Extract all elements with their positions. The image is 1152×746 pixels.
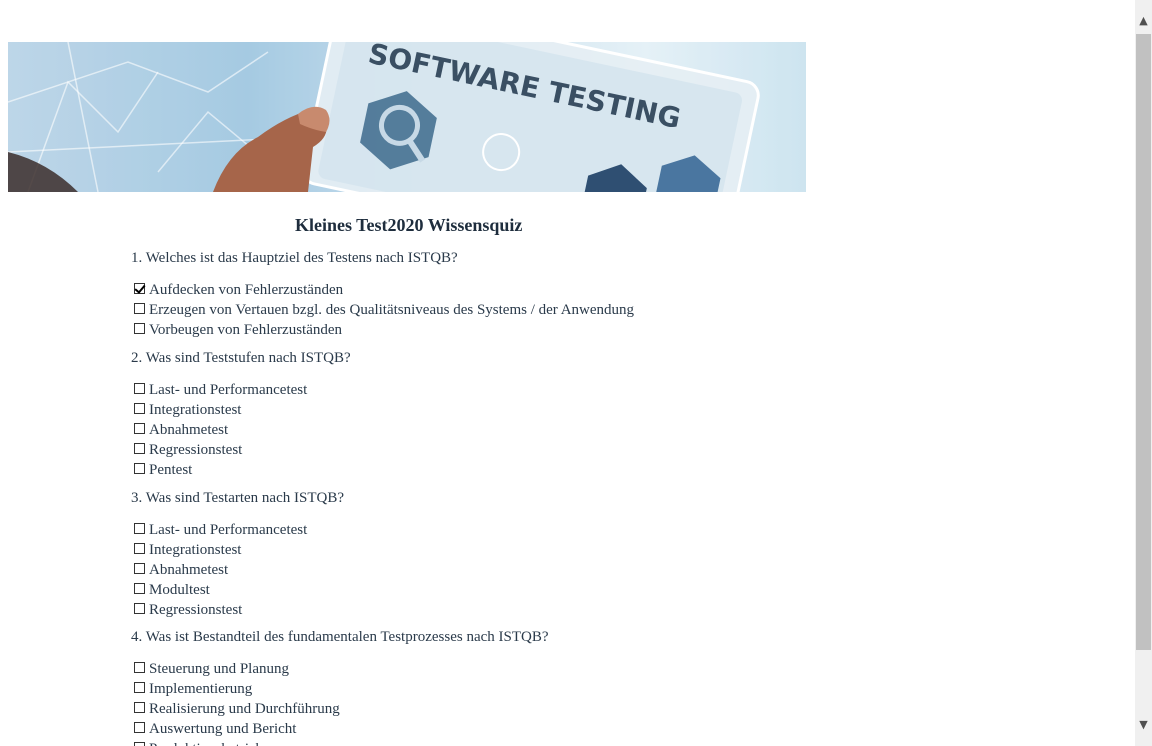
answer-label: Vorbeugen von Fehlerzuständen	[149, 321, 343, 338]
answer-label: Implementierung	[149, 680, 253, 697]
answer-option[interactable]: Produktionsbetrieb	[134, 740, 263, 746]
chevron-up-icon[interactable]: ▲	[1135, 12, 1152, 29]
answer-option[interactable]: Abnahmetest	[134, 561, 228, 579]
quiz-title: Kleines Test2020 Wissensquiz	[295, 215, 523, 235]
answer-checkbox[interactable]	[134, 602, 145, 614]
answer-label: Produktionsbetrieb	[149, 741, 263, 746]
answer-label: Last- und Performancetest	[149, 521, 308, 538]
answer-option[interactable]: Abnahmetest	[134, 421, 228, 439]
answer-label: Abnahmetest	[149, 561, 229, 578]
answer-label: Pentest	[149, 461, 193, 478]
answer-checkbox[interactable]	[134, 741, 145, 746]
answer-label: Aufdecken von Fehlerzuständen	[149, 281, 344, 298]
answer-checkbox[interactable]	[134, 402, 145, 414]
answer-checkbox[interactable]	[134, 661, 145, 673]
answer-option[interactable]: Integrationstest	[134, 401, 241, 419]
answer-checkbox[interactable]	[134, 681, 145, 693]
answer-option[interactable]: Implementierung	[134, 680, 252, 698]
answer-checkbox[interactable]	[134, 542, 145, 554]
answer-option[interactable]: Last- und Performancetest	[134, 381, 307, 399]
answer-option[interactable]: Realisierung und Durchführung	[134, 700, 340, 718]
answer-option[interactable]: Modultest	[134, 581, 210, 599]
banner-image: SOFTWARE TESTING	[8, 42, 806, 192]
answer-label: Regressionstest	[149, 601, 243, 618]
answer-label: Abnahmetest	[149, 421, 229, 438]
scroll-thumb[interactable]	[1136, 34, 1151, 650]
software-testing-illustration: SOFTWARE TESTING	[8, 42, 806, 192]
question-text: 4. Was ist Bestandteil des fundamentalen…	[131, 629, 549, 645]
answer-checkbox[interactable]	[134, 442, 145, 454]
answer-checkbox[interactable]	[134, 462, 145, 474]
answer-checkbox[interactable]	[134, 522, 145, 534]
answer-option[interactable]: Vorbeugen von Fehlerzuständen	[134, 321, 342, 339]
answer-label: Last- und Performancetest	[149, 381, 308, 398]
answer-option[interactable]: Integrationstest	[134, 541, 241, 559]
answer-option[interactable]: Aufdecken von Fehlerzuständen	[134, 281, 343, 299]
answer-label: Modultest	[149, 581, 210, 598]
vertical-scrollbar[interactable]: ▲ ▼	[1135, 0, 1152, 746]
answer-label: Erzeugen von Vertauen bzgl. des Qualität…	[149, 301, 635, 318]
answer-option[interactable]: Last- und Performancetest	[134, 521, 307, 539]
answer-checkbox[interactable]	[134, 701, 145, 713]
answer-label: Steuerung und Planung	[149, 660, 289, 677]
answer-option[interactable]: Steuerung und Planung	[134, 660, 289, 678]
answer-checkbox[interactable]	[134, 382, 145, 394]
chevron-down-icon[interactable]: ▼	[1135, 716, 1152, 733]
answer-option[interactable]: Auswertung und Bericht	[134, 720, 296, 738]
answer-checkbox[interactable]	[134, 562, 145, 574]
answer-label: Regressionstest	[149, 441, 243, 458]
answer-label: Auswertung und Bericht	[149, 720, 297, 737]
answer-label: Integrationstest	[149, 401, 242, 418]
answer-label: Realisierung und Durchführung	[149, 700, 340, 717]
answer-checkbox[interactable]	[134, 582, 145, 594]
question-text: 3. Was sind Testarten nach ISTQB?	[131, 490, 344, 506]
answer-option[interactable]: Regressionstest	[134, 601, 242, 619]
page-viewport: SOFTWARE TESTING Kleines Test2020 Wissen…	[0, 0, 1135, 746]
answer-label: Integrationstest	[149, 541, 242, 558]
answer-checkbox[interactable]	[134, 422, 145, 434]
answer-option[interactable]: Pentest	[134, 461, 192, 479]
answer-checkbox[interactable]	[134, 302, 145, 314]
answer-checkbox[interactable]	[134, 721, 145, 733]
answer-option[interactable]: Regressionstest	[134, 441, 242, 459]
answer-checkbox[interactable]	[134, 322, 145, 334]
question-text: 2. Was sind Teststufen nach ISTQB?	[131, 350, 351, 366]
question-text: 1. Welches ist das Hauptziel des Testens…	[131, 250, 458, 266]
answer-option[interactable]: Erzeugen von Vertauen bzgl. des Qualität…	[134, 301, 634, 319]
answer-checkbox[interactable]	[134, 282, 145, 294]
